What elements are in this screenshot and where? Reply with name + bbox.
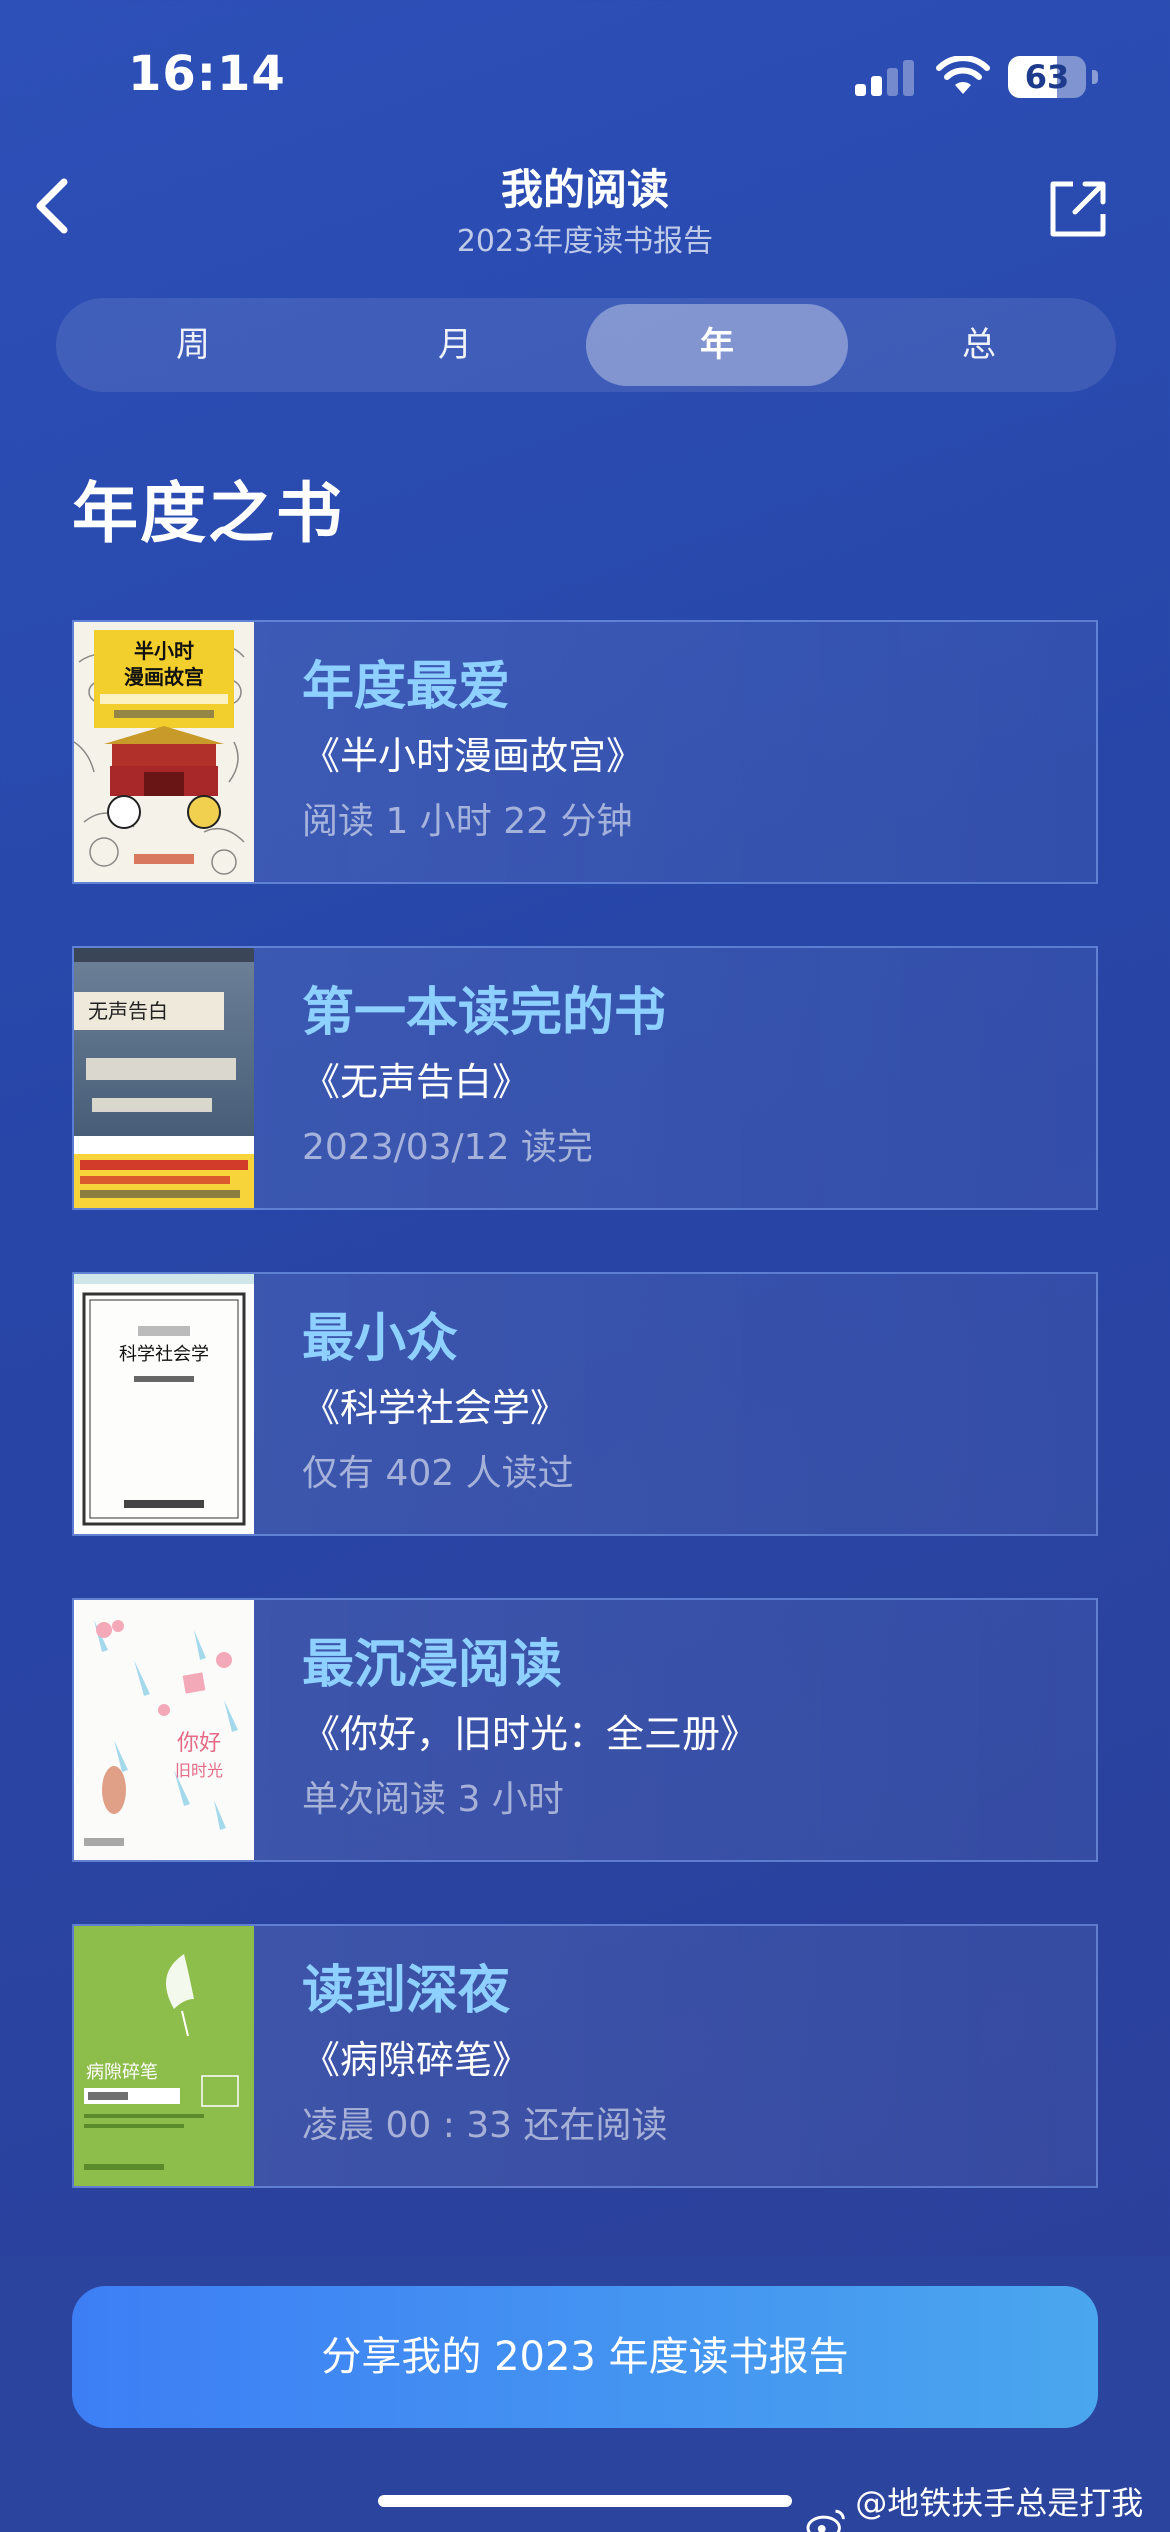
- book-card-niche[interactable]: 科学社会学 最小众 《科学社会学》 仅有 402 人读过: [72, 1272, 1098, 1536]
- card-detail: 阅读 1 小时 22 分钟: [302, 801, 633, 842]
- page-subtitle: 2023年度读书报告: [456, 224, 714, 259]
- watermark: @地铁扶手总是打我头: [806, 2478, 1170, 2532]
- card-book-title: 《无声告白》: [302, 1060, 531, 1104]
- cover-subtitle: 旧时光: [175, 1761, 223, 1780]
- watermark-text: @地铁扶手总是打我头: [855, 2484, 1144, 2532]
- card-detail: 2023/03/12 读完: [302, 1127, 593, 1168]
- card-book-title: 《病隙碎笔》: [302, 2038, 531, 2082]
- nav-bar: 我的阅读 2023年度读书报告: [0, 150, 1170, 270]
- status-bar: 16:14 63: [0, 0, 1170, 150]
- cover-title: 你好: [177, 1731, 221, 1756]
- book-cover-image: 无声告白: [74, 948, 254, 1208]
- home-indicator[interactable]: [378, 2495, 792, 2507]
- page-title: 我的阅读: [500, 165, 669, 214]
- battery-icon: 63: [1008, 56, 1098, 98]
- share-report-button[interactable]: 分享我的 2023 年度读书报告: [72, 2286, 1098, 2428]
- tab-total[interactable]: 总: [848, 304, 1110, 386]
- card-text: 第一本读完的书 《无声告白》 2023/03/12 读完: [302, 978, 666, 1180]
- card-text: 年度最爱 《半小时漫画故宫》 阅读 1 小时 22 分钟: [302, 652, 644, 854]
- share-icon[interactable]: [1045, 176, 1111, 242]
- wifi-icon: [936, 56, 990, 94]
- cover-title: 无声告白: [88, 999, 168, 1023]
- section-title: 年度之书: [72, 475, 344, 552]
- book-cover-image: 科学社会学: [74, 1274, 254, 1534]
- card-detail: 凌晨 00 : 33 还在阅读: [302, 2105, 668, 2146]
- book-card-late-night[interactable]: 病隙碎笔 读到深夜 《病隙碎笔》 凌晨 00 : 33 还在阅读: [72, 1924, 1098, 2188]
- card-label: 最沉浸阅读: [302, 1635, 563, 1695]
- cover-title: 病隙碎笔: [86, 2062, 158, 2083]
- period-tabs: 周 月 年 总: [56, 298, 1116, 392]
- card-detail: 仅有 402 人读过: [302, 1453, 574, 1494]
- cover-title-line1: 半小时: [134, 639, 194, 663]
- status-time: 16:14: [128, 46, 286, 102]
- book-card-favorite[interactable]: 半小时 漫画故宫 年度最爱 《半小时漫画故宫》 阅读 1 小时 22 分钟: [72, 620, 1098, 884]
- card-label: 读到深夜: [302, 1961, 511, 2021]
- weibo-logo-icon: [806, 2509, 845, 2532]
- book-cover-image: 病隙碎笔: [74, 1926, 254, 2186]
- book-card-immersive[interactable]: 你好 旧时光 最沉浸阅读 《你好，旧时光：全三册》 单次阅读 3 小时: [72, 1598, 1098, 1862]
- cellular-signal-icon: [855, 60, 915, 96]
- tab-year[interactable]: 年: [586, 304, 848, 386]
- card-detail: 单次阅读 3 小时: [302, 1779, 564, 1820]
- cover-title-line2: 漫画故宫: [124, 665, 204, 689]
- card-text: 最沉浸阅读 《你好，旧时光：全三册》 单次阅读 3 小时: [302, 1630, 758, 1832]
- card-book-title: 《半小时漫画故宫》: [302, 734, 645, 778]
- battery-level: 63: [1024, 58, 1070, 96]
- card-label: 年度最爱: [302, 657, 511, 717]
- tab-month[interactable]: 月: [324, 304, 586, 386]
- card-text: 最小众 《科学社会学》 仅有 402 人读过: [302, 1304, 574, 1506]
- book-card-first-finished[interactable]: 无声告白 第一本读完的书 《无声告白》 2023/03/12 读完: [72, 946, 1098, 1210]
- book-cover-image: 你好 旧时光: [74, 1600, 254, 1860]
- card-label: 第一本读完的书: [302, 983, 667, 1043]
- card-book-title: 《你好，旧时光：全三册》: [302, 1712, 759, 1756]
- card-label: 最小众: [302, 1309, 459, 1369]
- book-cover-image: 半小时 漫画故宫: [74, 622, 254, 882]
- card-book-title: 《科学社会学》: [302, 1386, 569, 1430]
- cover-title: 科学社会学: [119, 1344, 209, 1365]
- card-text: 读到深夜 《病隙碎笔》 凌晨 00 : 33 还在阅读: [302, 1956, 668, 2158]
- tab-week[interactable]: 周: [62, 304, 324, 386]
